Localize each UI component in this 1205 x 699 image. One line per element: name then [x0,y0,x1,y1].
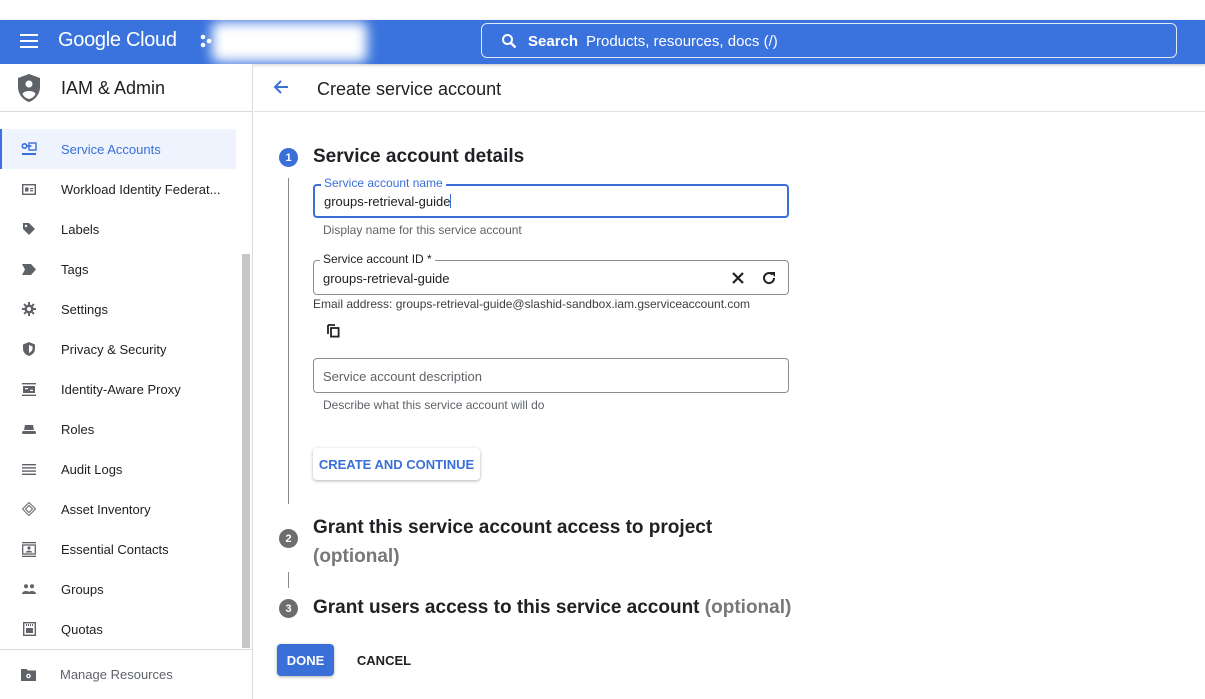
proxy-icon [21,381,37,397]
service-account-id-label: Service account ID * [320,252,435,266]
step-2-title[interactable]: Grant this service account access to pro… [313,513,712,571]
service-account-description-hint: Describe what this service account will … [323,398,545,412]
service-account-name-label: Service account name [321,176,446,190]
quota-icon [21,621,37,637]
service-account-id-value: groups-retrieval-guide [323,271,450,286]
service-account-name-field[interactable]: Service account name groups-retrieval-gu… [313,176,789,218]
sidebar-item-service-accounts[interactable]: Service Accounts [0,129,236,169]
text-cursor [450,194,452,208]
step-1-connector [288,178,289,504]
service-account-description-field[interactable]: Service account description [313,358,789,393]
folder-settings-icon [21,669,36,681]
service-account-icon [21,141,37,157]
clear-icon[interactable] [731,271,745,285]
service-account-name-value: groups-retrieval-guide [324,194,451,209]
main-content: Create service account 1 Service account… [254,64,1205,699]
search-bar[interactable]: Search Products, resources, docs (/) [481,23,1177,58]
search-label: Search [528,33,579,50]
back-arrow-icon[interactable] [272,78,290,96]
sidebar-nav: Service Accounts Workload Identity Feder… [0,129,236,649]
top-bar: Google Cloud Search Products, resources,… [0,20,1205,64]
sidebar-item-tags[interactable]: Tags [0,249,236,289]
cancel-button[interactable]: CANCEL [350,644,418,676]
service-account-description-placeholder: Service account description [323,369,482,384]
contact-icon [21,541,37,557]
gear-icon [21,301,37,317]
sidebar-item-quotas[interactable]: Quotas [0,609,236,649]
step-3-title[interactable]: Grant users access to this service accou… [313,597,791,619]
tag-icon [21,261,37,277]
sidebar: IAM & Admin Organization Policies Servic… [0,64,253,699]
service-account-name-hint: Display name for this service account [323,223,522,237]
iam-shield-icon [18,74,40,102]
copy-icon[interactable] [327,324,340,338]
label-icon [21,221,37,237]
sidebar-item-audit-logs[interactable]: Audit Logs [0,449,236,489]
sidebar-title: IAM & Admin [61,78,166,98]
diamond-icon [21,501,37,517]
service-account-id-field[interactable]: Service account ID * groups-retrieval-gu… [313,252,789,295]
page-header: Create service account [254,64,1205,112]
step-1-number: 1 [279,148,298,167]
refresh-icon[interactable] [761,270,777,286]
sidebar-header: IAM & Admin [0,64,252,112]
search-icon [502,34,517,49]
sidebar-item-privacy-security[interactable]: Privacy & Security [0,329,236,369]
sidebar-item-labels[interactable]: Labels [0,209,236,249]
sidebar-item-roles[interactable]: Roles [0,409,236,449]
step-2-number: 2 [279,529,298,548]
manage-resources-link[interactable]: Manage Resources [0,649,252,699]
project-selector-redacted[interactable] [212,22,367,62]
google-cloud-logo[interactable]: Google Cloud [58,29,177,52]
sidebar-item-essential-contacts[interactable]: Essential Contacts [0,529,236,569]
hamburger-menu-icon[interactable] [20,34,38,48]
done-button[interactable]: DONE [277,644,334,676]
sidebar-item-identity-aware-proxy[interactable]: Identity-Aware Proxy [0,369,236,409]
list-icon [21,461,37,477]
step-3-number: 3 [279,599,298,618]
email-address-text: Email address: groups-retrieval-guide@sl… [313,297,751,311]
search-placeholder: Products, resources, docs (/) [586,33,778,50]
step-2-optional: (optional) [313,546,400,567]
sidebar-item-workload-identity-federation[interactable]: Workload Identity Federat... [0,169,236,209]
shield-icon [21,341,37,357]
sidebar-item-asset-inventory[interactable]: Asset Inventory [0,489,236,529]
page-title: Create service account [317,79,502,99]
sidebar-item-groups[interactable]: Groups [0,569,236,609]
id-card-icon [21,181,37,197]
create-and-continue-button[interactable]: CREATE AND CONTINUE [313,448,480,480]
hat-icon [21,421,37,437]
step-2-connector [288,572,289,588]
sidebar-scrollbar[interactable] [242,254,250,648]
groups-icon [21,581,37,597]
step-3-optional: (optional) [704,597,792,618]
sidebar-item-settings[interactable]: Settings [0,289,236,329]
step-1-title[interactable]: Service account details [313,146,524,168]
